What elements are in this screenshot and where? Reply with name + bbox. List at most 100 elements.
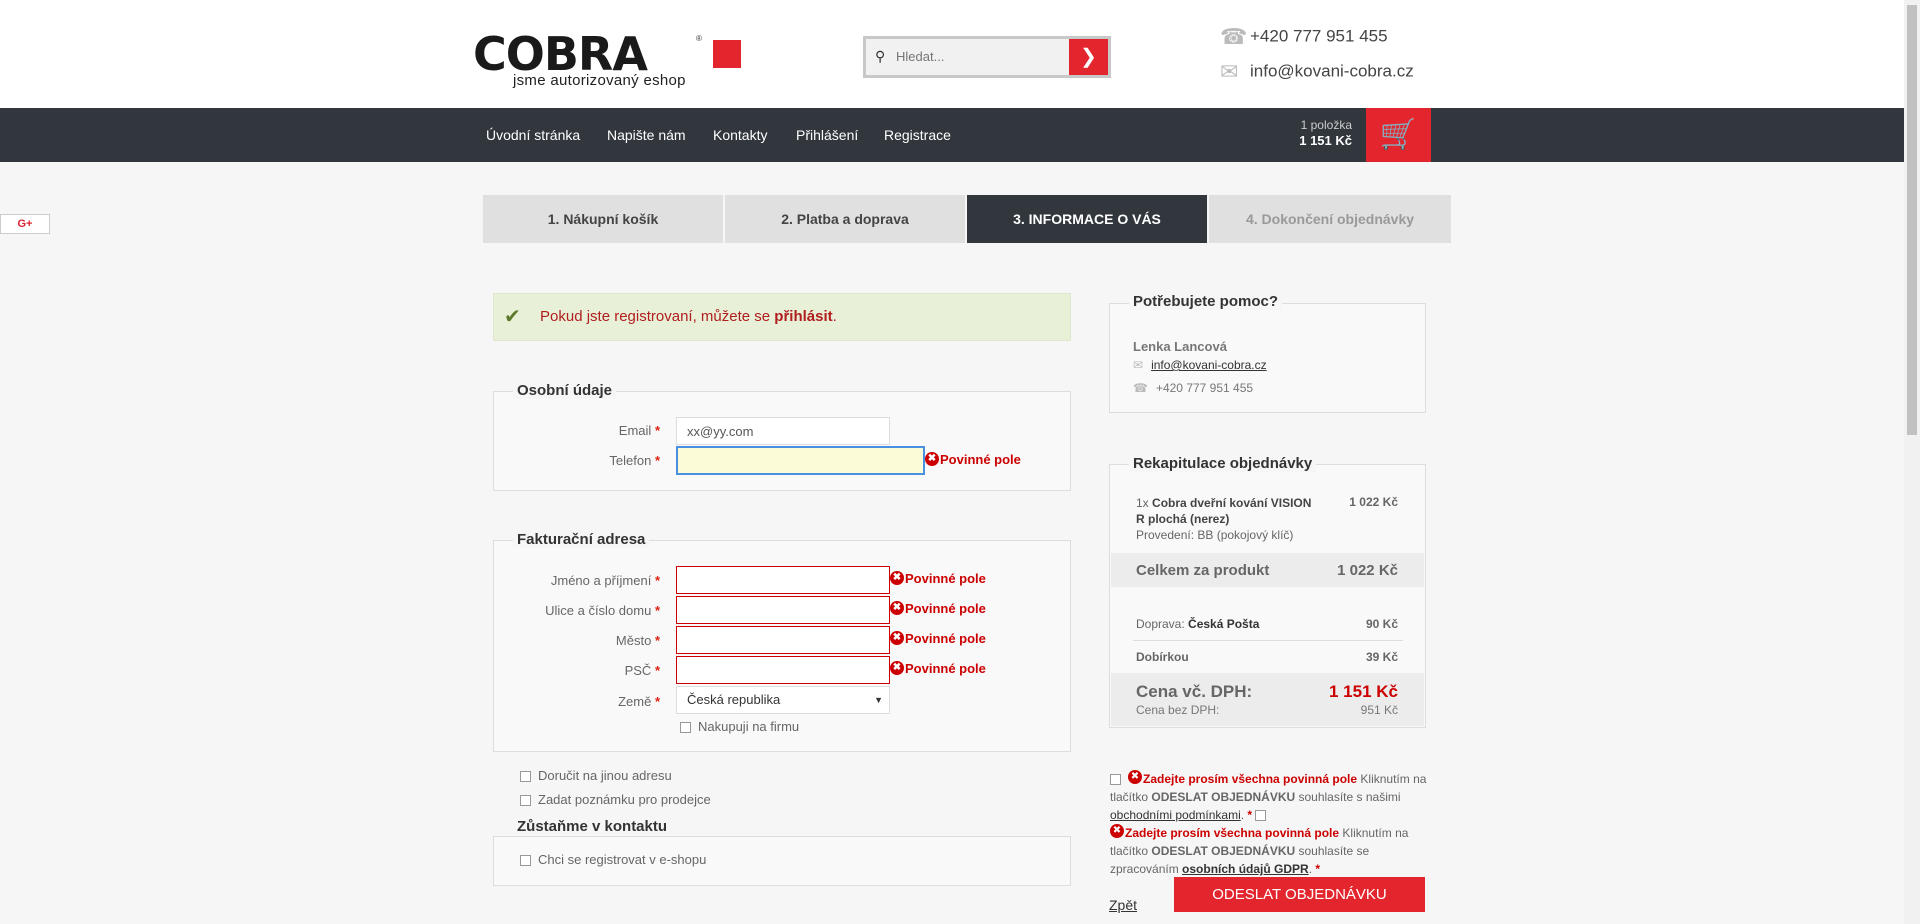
cart-button[interactable]: 🛒 [1366, 108, 1431, 162]
error-icon: ✖ [1110, 824, 1124, 838]
checkmark-icon: ✔ [504, 306, 521, 328]
summary-item: 1x Cobra dveřní kování VISION R plochá (… [1136, 496, 1312, 542]
gplus-share-button[interactable]: G+ [0, 214, 50, 234]
cart-icon: 🛒 [1379, 118, 1418, 151]
scrollbar[interactable] [1904, 0, 1920, 924]
chevron-down-icon: ▼ [874, 695, 883, 705]
step-info: 3. INFORMACE O VÁS [967, 195, 1207, 243]
shipping-price: 90 Kč [1365, 617, 1398, 631]
logo-reg-mark: ® [696, 34, 702, 43]
search-icon: ⚲ [875, 48, 886, 64]
phone-icon: ☎ [1133, 381, 1148, 395]
error-icon: ✖ [890, 601, 904, 615]
back-link[interactable]: Zpět [1109, 897, 1137, 913]
help-email[interactable]: ✉ info@kovani-cobra.cz [1133, 358, 1267, 372]
novat-label: Cena bez DPH: [1136, 703, 1220, 717]
nav-login[interactable]: Přihlášení [796, 108, 858, 162]
zip-field[interactable] [676, 656, 890, 684]
divider [1133, 640, 1403, 641]
street-field[interactable] [676, 596, 890, 624]
phone-icon: ☎ [1220, 24, 1248, 49]
error-icon: ✖ [890, 631, 904, 645]
logo-red-square [713, 40, 741, 68]
search-box: ⚲ ❯ [863, 36, 1111, 78]
checkbox-box[interactable] [520, 855, 531, 867]
personal-legend: Osobní údaje [513, 382, 617, 399]
terms-text: ✖ Zadejte prosím všechna povinná pole Kli… [1110, 770, 1427, 876]
country-label: Země * [618, 694, 660, 709]
header-email-text: info@kovani-cobra.cz [1250, 61, 1414, 81]
nav-home[interactable]: Úvodní stránka [486, 108, 580, 162]
name-error: ✖ Povinné pole [890, 571, 986, 586]
zip-label: PSČ * [624, 663, 660, 678]
city-error: ✖ Povinné pole [890, 631, 986, 646]
step-payment[interactable]: 2. Platba a doprava [725, 195, 965, 243]
name-field[interactable] [676, 566, 890, 594]
nav-contacts[interactable]: Kontakty [713, 108, 767, 162]
logo-text: COBRA [473, 27, 648, 81]
cod-label: Dobírkou [1136, 650, 1189, 664]
city-field[interactable] [676, 626, 890, 654]
seller-note-checkbox[interactable]: Zadat poznámku pro prodejce [520, 792, 711, 807]
other-address-checkbox[interactable]: Doručit na jinou adresu [520, 768, 672, 783]
gdpr-checkbox[interactable] [1255, 810, 1267, 822]
main-nav: Úvodní stránka Napište nám Kontakty Přih… [0, 108, 1904, 162]
header-email[interactable]: ✉ info@kovani-cobra.cz [1220, 59, 1414, 85]
logo[interactable]: COBRA ® jsme autorizovaný eshop [473, 31, 741, 88]
search-submit-button[interactable]: ❯ [1069, 39, 1108, 75]
phone-field[interactable] [676, 446, 925, 475]
shipping-row: Doprava: Česká Pošta [1136, 617, 1260, 631]
search-input[interactable] [896, 46, 1066, 66]
error-icon: ✖ [890, 661, 904, 675]
header-phone: ☎ +420 777 951 455 [1220, 24, 1388, 50]
submit-order-button[interactable]: ODESLAT OBJEDNÁVKU [1174, 877, 1425, 912]
terms-link[interactable]: obchodními podmínkami [1110, 808, 1241, 822]
alert-text: Pokud jste registrovaní, můžete se přihl… [540, 308, 837, 325]
phone-error: ✖ Povinné pole [925, 452, 1021, 467]
checkbox-box[interactable] [520, 771, 531, 783]
error-icon: ✖ [925, 452, 939, 466]
company-checkbox[interactable]: Nakupuji na firmu [680, 719, 799, 734]
city-label: Město * [615, 633, 660, 648]
cart-count: 1 položka [1300, 118, 1352, 132]
grand-total: 1 151 Kč [1329, 682, 1398, 701]
cart-summary[interactable]: 1 položka 1 151 Kč [1270, 117, 1352, 149]
product-total: 1 022 Kč [1337, 562, 1398, 579]
help-name: Lenka Lancová [1133, 339, 1227, 354]
register-checkbox[interactable]: Chci se registrovat v e-shopu [520, 852, 706, 867]
help-phone: ☎ +420 777 951 455 [1133, 381, 1254, 395]
help-title: Potřebujete pomoc? [1129, 293, 1283, 310]
zip-error: ✖ Povinné pole [890, 661, 986, 676]
summary-item-price: 1 022 Kč [1349, 495, 1398, 509]
step-finish: 4. Dokončení objednávky [1209, 195, 1451, 243]
checkbox-box[interactable] [680, 722, 691, 734]
header-phone-text: +420 777 951 455 [1250, 26, 1388, 46]
product-total-label: Celkem za produkt [1136, 562, 1270, 579]
error-icon: ✖ [1128, 770, 1142, 784]
summary-title: Rekapitulace objednávky [1129, 455, 1317, 472]
gdpr-link[interactable]: osobních údajů GDPR [1182, 862, 1309, 876]
terms-checkbox[interactable] [1110, 774, 1121, 786]
login-alert: ✔ Pokud jste registrovaní, můžete se při… [493, 293, 1071, 341]
error-icon: ✖ [890, 571, 904, 585]
checkbox-box[interactable] [520, 795, 531, 807]
cod-price: 39 Kč [1365, 650, 1398, 664]
street-label: Ulice a číslo domu * [545, 603, 660, 618]
step-cart[interactable]: 1. Nákupní košík [483, 195, 723, 243]
nav-register[interactable]: Registrace [884, 108, 951, 162]
billing-legend: Fakturační adresa [513, 531, 650, 548]
novat-total: 951 Kč [1360, 703, 1398, 717]
contact-legend: Zůstaňme v kontaktu [513, 818, 672, 835]
email-field[interactable] [676, 417, 890, 445]
envelope-icon: ✉ [1133, 358, 1144, 372]
country-select[interactable]: Česká republika ▼ [676, 686, 890, 714]
envelope-icon: ✉ [1220, 59, 1239, 84]
email-label: Email * [618, 423, 660, 438]
phone-label: Telefon * [609, 453, 660, 468]
cart-total: 1 151 Kč [1299, 133, 1352, 148]
grand-total-label: Cena vč. DPH: [1136, 682, 1253, 701]
login-link[interactable]: přihlásit [774, 308, 832, 325]
scrollbar-thumb[interactable] [1907, 5, 1917, 435]
street-error: ✖ Povinné pole [890, 601, 986, 616]
nav-write-us[interactable]: Napište nám [607, 108, 686, 162]
